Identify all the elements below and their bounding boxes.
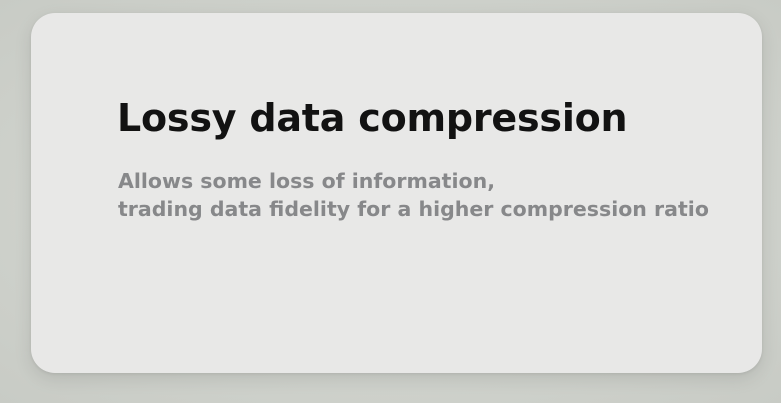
card-title: Lossy data compression (117, 96, 628, 140)
card-description: Allows some loss of information, trading… (118, 167, 709, 223)
card-description-line-1: Allows some loss of information, (118, 169, 495, 193)
card-description-line-2: trading data fidelity for a higher compr… (118, 197, 709, 221)
info-card: Lossy data compression Allows some loss … (31, 13, 762, 373)
